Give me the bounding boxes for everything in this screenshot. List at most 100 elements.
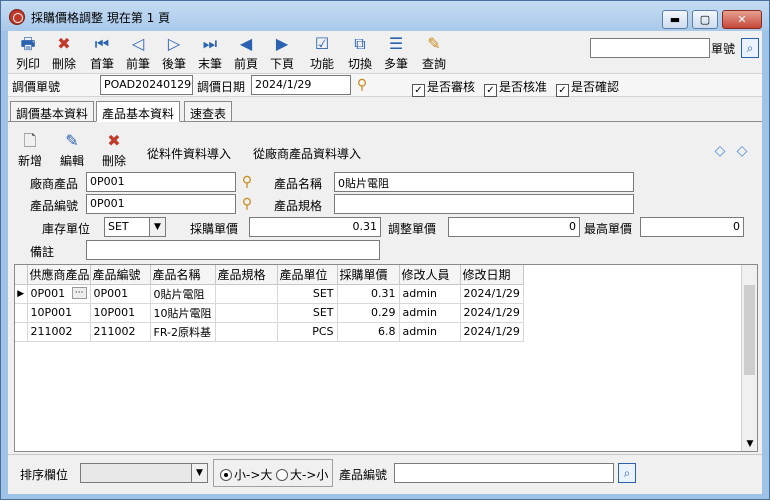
adjust-date-field[interactable]: 2024/1/29: [251, 75, 351, 95]
cell-product-spec[interactable]: [215, 284, 278, 304]
date-picker-icon[interactable]: ⚲: [353, 76, 371, 94]
print-icon: 🖶: [20, 34, 36, 53]
col-editor[interactable]: 修改人員: [399, 265, 461, 285]
last-record-button[interactable]: ⏭ 末筆: [192, 31, 228, 73]
scrollbar-thumb[interactable]: [744, 285, 755, 375]
query-button[interactable]: ✎ 查詢: [416, 31, 452, 73]
cell-vendor-product[interactable]: 211002: [27, 322, 91, 342]
product-name-label: 產品名稱: [274, 177, 323, 191]
cell-product-unit[interactable]: SET: [277, 303, 338, 323]
cell-product-spec[interactable]: [215, 303, 278, 323]
bottom-product-no-field[interactable]: [394, 463, 614, 483]
remark-field[interactable]: [86, 240, 380, 260]
purchase-price-field[interactable]: 0.31: [249, 217, 381, 237]
col-purchase-price[interactable]: 採購單價: [337, 265, 400, 285]
col-product-spec[interactable]: 產品規格: [215, 265, 278, 285]
stock-unit-select[interactable]: SET ▼: [104, 217, 166, 237]
edit-button[interactable]: ✎ 編輯: [52, 130, 92, 169]
descending-radio[interactable]: 大->小: [276, 466, 328, 483]
product-name-field[interactable]: 0貼片電阻: [334, 172, 634, 192]
cell-editor[interactable]: admin: [399, 322, 461, 342]
minimize-button[interactable]: ▬: [662, 10, 688, 29]
delete-row-icon: ✖: [107, 131, 121, 150]
import-vendor-button[interactable]: 從廠商產品資料導入: [253, 145, 361, 162]
cell-editor[interactable]: admin: [399, 303, 461, 323]
switch-button[interactable]: ⧉ 切換: [342, 31, 378, 73]
cell-product-no[interactable]: 211002: [90, 322, 151, 342]
cell-purchase-price[interactable]: 0.29: [337, 303, 400, 323]
vertical-scrollbar[interactable]: ▼: [741, 265, 757, 451]
cell-product-name[interactable]: 0貼片電阻: [150, 284, 216, 304]
cell-edit-date[interactable]: 2024/1/29: [460, 303, 524, 323]
print-button[interactable]: 🖶 列印: [10, 31, 46, 73]
doc-no-field[interactable]: POAD20240129001: [100, 75, 193, 95]
add-button[interactable]: 🗋 新增: [10, 130, 50, 169]
bottom-search-button[interactable]: ⌕: [618, 463, 636, 483]
col-product-unit[interactable]: 產品單位: [277, 265, 338, 285]
product-no-lookup-icon[interactable]: ⚲: [238, 195, 256, 213]
cell-product-unit[interactable]: SET: [277, 284, 338, 304]
import-material-button[interactable]: 從料件資料導入: [147, 145, 231, 162]
product-spec-field[interactable]: [334, 194, 634, 214]
vendor-product-lookup-icon[interactable]: ⚲: [238, 173, 256, 191]
col-product-no[interactable]: 產品編號: [90, 265, 151, 285]
tab-adjust-basic[interactable]: 調價基本資料: [10, 101, 95, 122]
first-record-button[interactable]: ⏮ 首筆: [84, 31, 120, 73]
cell-edit-date[interactable]: 2024/1/29: [460, 284, 524, 304]
cell-product-name[interactable]: 10貼片電阻: [150, 303, 216, 323]
doc-no-search-input[interactable]: [590, 38, 710, 58]
sort-chevron-down-icon[interactable]: ▼: [191, 464, 207, 482]
prev-record-icon: ◁: [131, 34, 145, 53]
maximize-button[interactable]: ▢: [692, 10, 718, 29]
cell-product-unit[interactable]: PCS: [277, 322, 338, 342]
approved-checkbox[interactable]: ✓ 是否核准: [484, 78, 547, 97]
delete-button[interactable]: ✖ 刪除: [46, 31, 82, 73]
tab-quick-lookup[interactable]: 速查表: [184, 101, 233, 122]
delete-row-label: 刪除: [101, 154, 126, 168]
search-button[interactable]: ⌕: [741, 38, 759, 58]
scroll-down-icon[interactable]: ▼: [742, 439, 757, 449]
chevron-down-icon[interactable]: ▼: [149, 218, 165, 236]
prev-page-button[interactable]: ◀ 前頁: [228, 31, 264, 73]
close-button[interactable]: ✕: [722, 10, 762, 29]
cell-product-no[interactable]: 10P001: [90, 303, 151, 323]
function-icon: ☑: [314, 34, 330, 53]
delete-row-button[interactable]: ✖ 刪除: [94, 130, 134, 169]
table-row[interactable]: 211002 211002 FR-2原料基 PCS 6.8 admin 2024…: [15, 322, 524, 342]
cell-lookup-button[interactable]: ···: [71, 287, 87, 299]
table-row[interactable]: ▶ 0P001 ··· 0P001 0貼片電阻 SET 0.31 admin 20…: [15, 284, 524, 304]
max-price-field[interactable]: 0: [640, 217, 744, 237]
cell-purchase-price[interactable]: 0.31: [337, 284, 400, 304]
product-no-field[interactable]: 0P001: [86, 194, 236, 214]
function-button[interactable]: ☑ 功能: [304, 31, 340, 73]
next-record-button[interactable]: ▷ 後筆: [156, 31, 192, 73]
edit-icon: ✎: [65, 131, 79, 150]
multi-record-button[interactable]: ☰ 多筆: [378, 31, 414, 73]
prev-arrow-icon[interactable]: ◇: [712, 143, 728, 159]
next-page-button[interactable]: ▶ 下頁: [264, 31, 300, 73]
sort-field-select[interactable]: ▼: [80, 463, 208, 483]
col-product-name[interactable]: 產品名稱: [150, 265, 216, 285]
ascending-radio[interactable]: 小->大: [220, 466, 272, 483]
title-bar[interactable]: 採購價格調整 現在第 1 頁 ▬ ▢ ✕: [1, 1, 769, 31]
col-edit-date[interactable]: 修改日期: [460, 265, 524, 285]
cell-editor[interactable]: admin: [399, 284, 461, 304]
next-record-icon: ▷: [167, 34, 181, 53]
vendor-product-field[interactable]: 0P001: [86, 172, 236, 192]
cell-edit-date[interactable]: 2024/1/29: [460, 322, 524, 342]
audited-checkbox[interactable]: ✓ 是否審核: [412, 78, 475, 97]
cell-product-no[interactable]: 0P001: [90, 284, 151, 304]
table-row[interactable]: 10P001 10P001 10貼片電阻 SET 0.29 admin 2024…: [15, 303, 524, 323]
prev-record-button[interactable]: ◁ 前筆: [120, 31, 156, 73]
col-vendor-product[interactable]: 供應商產品: [27, 265, 91, 285]
purchase-price-label: 採購單價: [190, 222, 239, 236]
cell-vendor-product[interactable]: 0P001 ···: [27, 284, 91, 304]
next-arrow-icon[interactable]: ◇: [734, 143, 750, 159]
adjust-price-field[interactable]: 0: [448, 217, 580, 237]
cell-product-name[interactable]: FR-2原料基: [150, 322, 216, 342]
cell-vendor-product[interactable]: 10P001: [27, 303, 91, 323]
confirmed-checkbox[interactable]: ✓ 是否確認: [556, 78, 619, 97]
tab-product-basic[interactable]: 產品基本資料: [96, 101, 181, 122]
cell-product-spec[interactable]: [215, 322, 278, 342]
cell-purchase-price[interactable]: 6.8: [337, 322, 400, 342]
